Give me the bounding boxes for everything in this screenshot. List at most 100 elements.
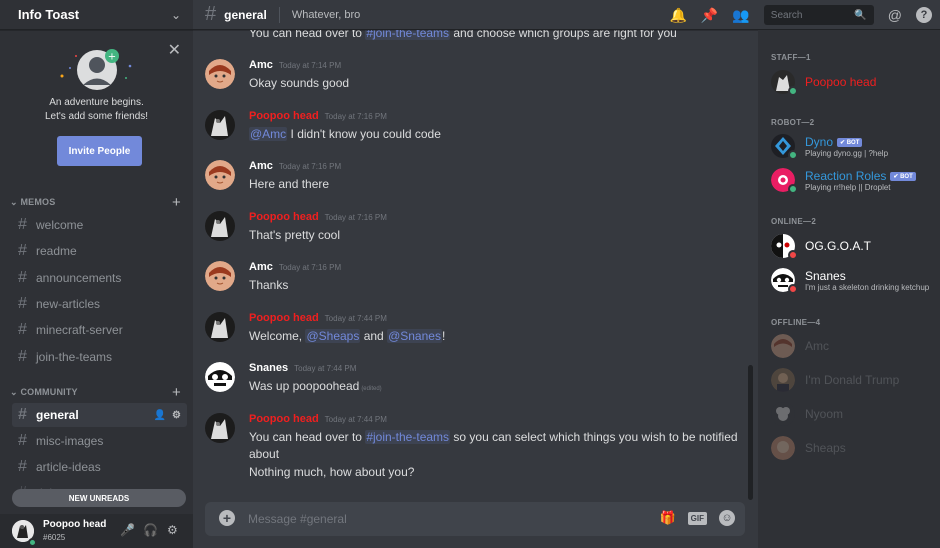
channel-readme[interactable]: # readme <box>12 239 187 263</box>
author-name[interactable]: Amc <box>249 160 273 172</box>
avatar <box>771 368 795 392</box>
channel-announcements[interactable]: # announcements <box>12 266 187 290</box>
mention-icon[interactable]: @ <box>888 7 902 23</box>
timestamp: Today at 7:16 PM <box>324 213 387 222</box>
channel-mention[interactable]: #join-the-teams <box>365 30 451 40</box>
avatar <box>771 334 795 358</box>
channel-general[interactable]: # general 👤 ⚙ <box>12 403 187 427</box>
online-status-icon <box>788 86 798 96</box>
author-name[interactable]: Poopoo head <box>249 413 319 425</box>
timestamp: Today at 7:16 PM <box>324 112 387 121</box>
gift-icon[interactable]: 🎁 <box>659 510 675 526</box>
member-item[interactable]: I'm Donald Trump <box>771 366 936 396</box>
invite-people-button[interactable]: Invite People <box>57 136 142 166</box>
author-name[interactable]: Amc <box>249 261 273 273</box>
hash-icon: # <box>18 295 27 312</box>
invite-line-2: Let's add some friends! <box>44 111 149 122</box>
message-list: You can head over to #join-the-teams and… <box>193 30 758 500</box>
author-name[interactable]: Poopoo head <box>249 211 319 223</box>
server-header[interactable]: Info Toast ⌄ <box>0 0 193 30</box>
avatar[interactable] <box>205 59 235 89</box>
upload-plus-icon[interactable]: + <box>219 510 235 526</box>
member-category-staff: STAFF—1 <box>771 53 811 62</box>
member-item[interactable]: Snanes I'm just a skeleton drinking ketc… <box>771 266 936 296</box>
members-icon[interactable]: 👥 <box>732 7 749 24</box>
bell-icon[interactable]: 🔔 <box>669 7 686 24</box>
avatar[interactable] <box>205 362 235 392</box>
message-text: You can head over to #join-the-teams so … <box>249 430 738 461</box>
member-item[interactable]: OG.G.O.A.T <box>771 232 936 262</box>
close-icon[interactable]: ✕ <box>168 40 181 60</box>
gear-icon[interactable]: ⚙ <box>172 410 181 421</box>
author-name[interactable]: Snanes <box>249 362 288 374</box>
member-name: Poopoo head <box>805 75 877 89</box>
add-channel-icon[interactable]: + <box>172 384 181 401</box>
channel-label: general <box>36 408 79 422</box>
user-mention[interactable]: @Sheaps <box>305 329 361 343</box>
help-icon[interactable]: ? <box>916 7 932 23</box>
hash-icon: # <box>18 458 27 475</box>
chevron-down-icon[interactable]: ⌄ <box>171 8 181 22</box>
channel-minecraft-server[interactable]: # minecraft-server <box>12 318 187 342</box>
member-item[interactable]: Sheaps <box>771 434 936 464</box>
member-item[interactable]: Dyno ✔ BOT Playing dyno.gg | ?help <box>771 132 936 162</box>
message-text: That's pretty cool <box>249 228 340 242</box>
user-mention[interactable]: @Snanes <box>387 329 442 343</box>
message-input[interactable]: Message #general <box>248 512 347 526</box>
channel-mention[interactable]: #join-the-teams <box>365 430 451 444</box>
channel-misc-images[interactable]: # misc-images <box>12 429 187 453</box>
pin-icon[interactable]: 📌 <box>701 7 718 24</box>
channel-join-the-teams[interactable]: # join-the-teams <box>12 345 187 369</box>
headphones-icon[interactable]: 🎧 <box>143 523 158 537</box>
author-name[interactable]: Poopoo head <box>249 110 319 122</box>
member-name: Dyno ✔ BOT <box>805 135 863 149</box>
channel-article-ideas[interactable]: # article-ideas <box>12 455 187 479</box>
add-friend-illustration-icon: + <box>60 49 132 90</box>
member-item[interactable]: Nyoom <box>771 400 936 430</box>
member-activity: Playing dyno.gg | ?help <box>805 149 889 158</box>
channel-label: announcements <box>36 271 122 285</box>
avatar[interactable] <box>205 160 235 190</box>
avatar[interactable] <box>205 211 235 241</box>
microphone-icon[interactable]: 🎤 <box>120 523 135 537</box>
member-name: I'm Donald Trump <box>805 373 900 387</box>
member-category-online: ONLINE—2 <box>771 217 817 226</box>
member-item[interactable]: Amc <box>771 332 936 362</box>
channel-new-articles[interactable]: # new-articles <box>12 292 187 316</box>
avatar <box>771 402 795 426</box>
channel-welcome[interactable]: # welcome <box>12 213 187 237</box>
member-item[interactable]: Poopoo head <box>771 68 936 98</box>
emoji-icon[interactable]: ☺ <box>719 510 735 526</box>
gear-icon[interactable]: ⚙ <box>167 523 178 537</box>
message-text: Okay sounds good <box>249 76 350 90</box>
add-channel-icon[interactable]: + <box>172 194 181 211</box>
timestamp: Today at 7:14 PM <box>278 61 342 70</box>
member-item[interactable]: Reaction Roles ✔ BOT Playing rr!help || D… <box>771 166 936 196</box>
category-community[interactable]: ⌄ COMMUNITY + <box>10 384 181 401</box>
gif-button[interactable]: GIF <box>687 511 707 525</box>
timestamp: Today at 7:44 PM <box>324 314 387 323</box>
hash-icon: # <box>18 348 27 365</box>
author-name[interactable]: Amc <box>249 59 273 71</box>
user-mention[interactable]: @Amc <box>249 127 288 141</box>
edited-label: (edited) <box>361 386 382 392</box>
scrollbar[interactable] <box>748 365 753 500</box>
timestamp: Today at 7:16 PM <box>278 263 342 272</box>
avatar[interactable] <box>205 312 235 342</box>
channel-topic[interactable]: Whatever, bro <box>292 9 360 21</box>
search-input[interactable]: Search 🔍 <box>763 5 874 25</box>
author-name[interactable]: Poopoo head <box>249 312 319 324</box>
server-name: Info Toast <box>18 7 80 22</box>
invite-member-icon[interactable]: 👤 <box>154 410 166 421</box>
channel-header: # general Whatever, bro 🔔 📌 👥 Search 🔍 @… <box>193 0 940 30</box>
avatar[interactable] <box>205 110 235 140</box>
new-unreads-pill[interactable]: NEW UNREADS <box>12 489 186 507</box>
category-memos[interactable]: ⌄ MEMOS + <box>10 194 181 211</box>
avatar <box>771 436 795 460</box>
member-name: Nyoom <box>805 407 844 421</box>
online-status-icon <box>788 184 798 194</box>
invite-text: An adventure begins. Let's add some frie… <box>0 96 193 124</box>
avatar[interactable] <box>205 413 235 443</box>
avatar[interactable] <box>205 261 235 291</box>
channel-label: minecraft-server <box>36 323 123 337</box>
